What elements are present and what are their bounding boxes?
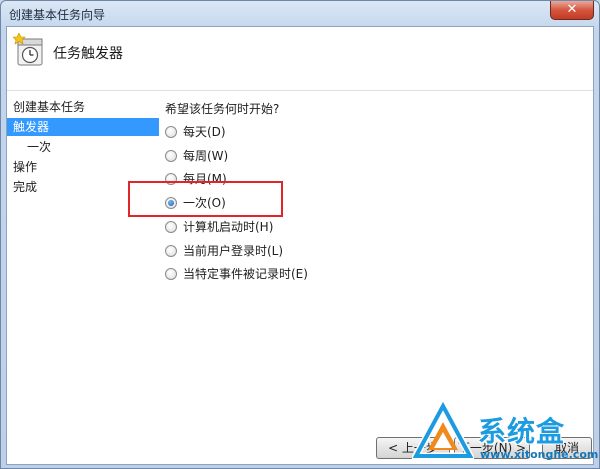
option-label: 每天(D) bbox=[183, 125, 226, 139]
trigger-options: 希望该任务何时开始? 每天(D) 每周(W) 每月(M) 一次(O) 计算机启动… bbox=[165, 92, 585, 392]
close-button[interactable]: ✕ bbox=[550, 1, 594, 20]
annotation-highlight-box bbox=[128, 181, 283, 217]
option-label: 计算机启动时(H) bbox=[183, 220, 274, 234]
nav-item-trigger[interactable]: 触发器 bbox=[7, 118, 159, 136]
wizard-nav: 创建基本任务 触发器 一次 操作 完成 bbox=[7, 92, 159, 392]
option-label: 每周(W) bbox=[183, 149, 229, 163]
option-label: 当前用户登录时(L) bbox=[183, 244, 284, 258]
title-bar[interactable]: 创建基本任务向导 ✕ bbox=[1, 1, 599, 27]
wizard-window: 创建基本任务向导 ✕ 任务触发器 创建基本任务 触发器 一次 操作 完成 希望该… bbox=[0, 0, 600, 469]
task-scheduler-clock-icon bbox=[13, 33, 43, 66]
watermark-url: www.xitonghe.com bbox=[480, 448, 599, 461]
radio-user-logon[interactable] bbox=[165, 245, 177, 257]
watermark-brand: 系统盒 bbox=[478, 415, 566, 448]
watermark-logo-icon bbox=[412, 402, 474, 460]
nav-item-action[interactable]: 操作 bbox=[7, 158, 159, 176]
page-title: 任务触发器 bbox=[53, 46, 123, 62]
radio-daily[interactable] bbox=[165, 126, 177, 138]
radio-event-logged[interactable] bbox=[165, 268, 177, 280]
window-title: 创建基本任务向导 bbox=[9, 8, 106, 22]
trigger-question: 希望该任务何时开始? bbox=[165, 102, 280, 116]
radio-computer-startup[interactable] bbox=[165, 221, 177, 233]
wizard-header: 任务触发器 bbox=[7, 27, 593, 91]
radio-weekly[interactable] bbox=[165, 150, 177, 162]
nav-item-once[interactable]: 一次 bbox=[7, 138, 159, 156]
option-label: 当特定事件被记录时(E) bbox=[183, 267, 308, 281]
wizard-client-area: 任务触发器 创建基本任务 触发器 一次 操作 完成 希望该任务何时开始? 每天(… bbox=[6, 26, 594, 465]
site-watermark: 系统盒 www.xitonghe.com bbox=[410, 402, 600, 466]
nav-item-create-basic-task[interactable]: 创建基本任务 bbox=[7, 98, 159, 116]
